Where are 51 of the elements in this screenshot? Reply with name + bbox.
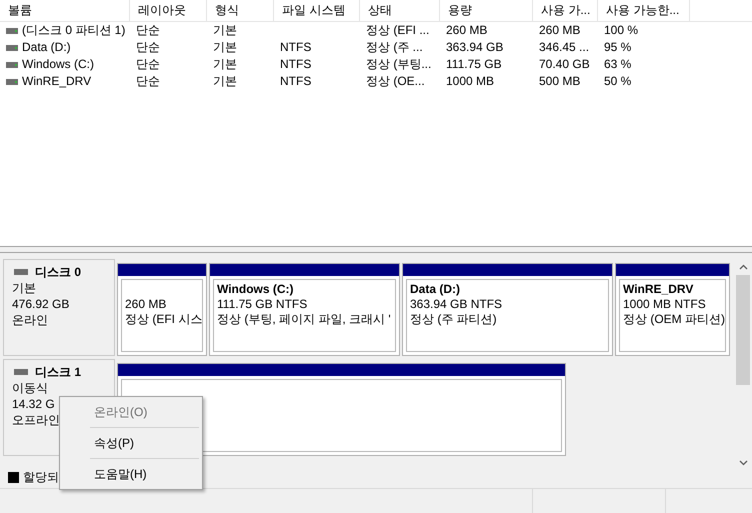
disk-status: 온라인 [12, 312, 48, 328]
disk-type: 기본 [12, 280, 36, 296]
table-cell: Windows (C:) [22, 56, 94, 73]
partition-size: 111.75 GB NTFS [217, 296, 308, 312]
partition-name: WinRE_DRV [623, 282, 694, 296]
table-cell: 기본 [213, 22, 237, 39]
table-cell: 기본 [213, 56, 237, 73]
table-cell: 정상 (EFI ... [366, 22, 430, 39]
table-cell: 단순 [136, 22, 160, 39]
table-cell: (디스크 0 파티션 1) [22, 22, 126, 39]
table-cell: 단순 [136, 39, 160, 56]
table-cell: 363.94 GB [446, 39, 504, 56]
table-cell: 단순 [136, 56, 160, 73]
partition-size: 260 MB [125, 296, 166, 312]
table-cell: NTFS [280, 73, 312, 90]
partition-name: Data (D:) [410, 282, 460, 296]
disk-size: 476.92 GB [12, 296, 70, 312]
disk-name: 디스크 1 [35, 364, 82, 380]
table-cell: NTFS [280, 39, 312, 56]
table-cell: 정상 (부팅... [366, 56, 432, 73]
table-cell: 111.75 GB [446, 56, 502, 73]
table-cell: 기본 [213, 73, 237, 90]
disk-name: 디스크 0 [35, 264, 82, 280]
disk-size: 14.32 G [12, 396, 55, 412]
table-cell: NTFS [280, 56, 312, 73]
partition-status: 정상 (EFI 시스 [125, 312, 202, 326]
disk-status: 오프라인 [12, 412, 60, 428]
table-cell: 100 % [604, 22, 638, 39]
table-cell: 260 MB [446, 22, 488, 39]
table-cell: 1000 MB [446, 73, 494, 90]
table-cell: 정상 (OE... [366, 73, 425, 90]
table-cell: 95 % [604, 39, 632, 56]
table-cell: 정상 (주 ... [366, 39, 423, 56]
legend-label: 할당되 [23, 469, 59, 486]
table-cell: 기본 [213, 39, 237, 56]
table-cell: 63 % [604, 56, 632, 73]
table-cell: 500 MB [539, 73, 580, 90]
table-cell: 70.40 GB [539, 56, 590, 73]
partition-status: 정상 (주 파티션) [410, 312, 497, 326]
table-cell: 260 MB [539, 22, 580, 39]
partition-status: 정상 (OEM 파티션) [623, 312, 725, 326]
table-cell: 346.45 ... [539, 39, 590, 56]
table-cell: Data (D:) [22, 39, 71, 56]
table-cell: 50 % [604, 73, 632, 90]
table-cell: WinRE_DRV [22, 73, 92, 90]
partition-size: 1000 MB NTFS [623, 296, 706, 312]
partition-status: 정상 (부팅, 페이지 파일, 크래시 ' [217, 312, 391, 326]
disk-type: 이동식 [12, 380, 48, 396]
partition-name: Windows (C:) [217, 282, 294, 296]
table-cell: 단순 [136, 73, 160, 90]
partition-size: 363.94 GB NTFS [410, 296, 502, 312]
